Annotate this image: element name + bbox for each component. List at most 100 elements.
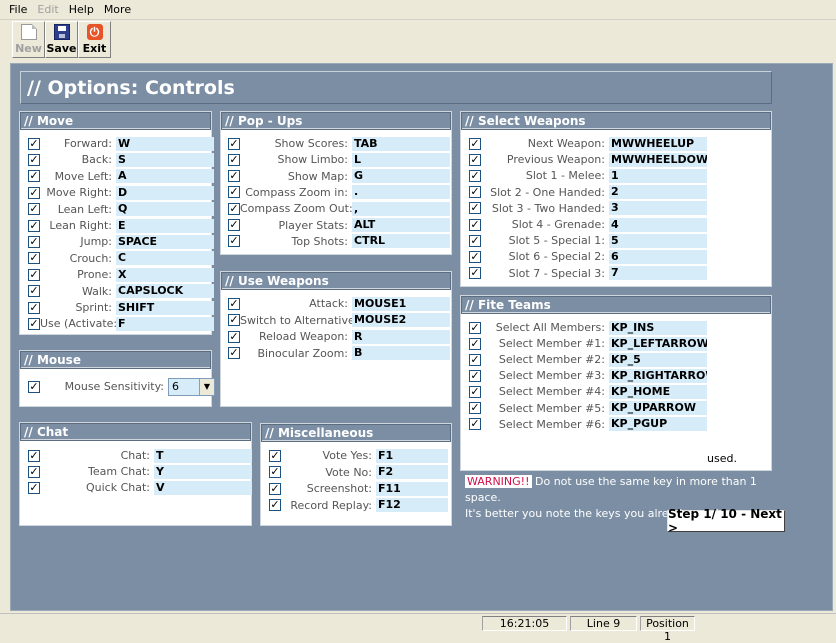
fire-teams-checkbox[interactable]: ✓ [469,402,481,414]
move-checkbox[interactable]: ✓ [28,301,40,314]
misc-key-field[interactable]: F12 [376,498,448,512]
select-weapons-checkbox[interactable]: ✓ [469,218,481,231]
menu-more[interactable]: More [99,3,136,16]
move-key-field[interactable]: SPACE [116,234,214,249]
move-key-field[interactable]: W [116,136,214,151]
popups-checkbox[interactable]: ✓ [228,153,240,166]
popups-key-field[interactable]: TAB [352,136,450,151]
fire-teams-key-field[interactable]: KP_UPARROW [609,401,707,415]
popups-checkbox[interactable]: ✓ [228,137,240,150]
use-weapons-key-field[interactable]: MOUSE1 [352,296,450,311]
move-checkbox[interactable]: ✓ [28,170,40,183]
fire-teams-key-field[interactable]: KP_LEFTARROW [609,336,707,351]
chat-key-field[interactable]: V [154,480,252,495]
select-weapons-key-field[interactable]: 2 [609,185,707,200]
move-key-field[interactable]: A [116,169,214,184]
move-checkbox[interactable]: ✓ [28,285,40,298]
misc-checkbox[interactable]: ✓ [269,449,281,462]
chat-key-field[interactable]: T [154,448,252,463]
move-checkbox[interactable]: ✓ [28,252,40,265]
move-checkbox[interactable]: ✓ [28,186,40,199]
use-weapons-checkbox[interactable]: ✓ [228,297,240,310]
exit-button[interactable]: ⏻ Exit [78,21,111,58]
select-weapons-checkbox[interactable]: ✓ [469,186,481,199]
move-checkbox[interactable]: ✓ [28,235,40,248]
select-weapons-checkbox[interactable]: ✓ [469,169,481,182]
move-checkbox[interactable]: ✓ [28,137,40,150]
use-weapons-checkbox[interactable]: ✓ [228,330,240,343]
move-checkbox[interactable]: ✓ [28,219,40,232]
menu-edit[interactable]: Edit [32,3,63,16]
popups-key-field[interactable]: L [352,152,450,167]
misc-key-field[interactable]: F2 [376,465,448,479]
fire-teams-key-field[interactable]: KP_PGUP [609,417,707,432]
new-button[interactable]: New [12,21,45,58]
popups-checkbox[interactable]: ✓ [228,219,240,231]
select-weapons-key-field[interactable]: 4 [609,217,707,232]
move-checkbox[interactable]: ✓ [28,203,40,216]
select-weapons-key-field[interactable]: 7 [609,266,707,281]
popups-key-field[interactable]: ALT [352,218,450,232]
select-weapons-key-field[interactable]: 1 [609,168,707,183]
move-key-field[interactable]: Q [116,202,214,217]
use-weapons-key-field[interactable]: R [352,329,450,344]
chat-checkbox[interactable]: ✓ [28,481,40,494]
move-key-field[interactable]: C [116,251,214,266]
fire-teams-key-field[interactable]: KP_INS [609,320,707,335]
move-key-field[interactable]: X [116,267,214,282]
fire-teams-checkbox[interactable]: ✓ [469,337,481,350]
move-key-field[interactable]: F [116,316,214,331]
select-weapons-checkbox[interactable]: ✓ [469,250,481,263]
misc-checkbox[interactable]: ✓ [269,482,281,495]
popups-key-field[interactable]: . [352,185,450,200]
use-weapons-checkbox[interactable]: ✓ [228,347,240,359]
use-weapons-checkbox[interactable]: ✓ [228,314,240,326]
select-weapons-key-field[interactable]: 5 [609,233,707,248]
save-button[interactable]: Save [45,21,78,58]
menu-file[interactable]: File [4,3,32,16]
move-key-field[interactable]: SHIFT [116,300,214,315]
use-weapons-key-field[interactable]: MOUSE2 [352,313,450,327]
select-weapons-checkbox[interactable]: ✓ [469,267,481,280]
fire-teams-checkbox[interactable]: ✓ [469,321,481,334]
mouse-sensitivity-select[interactable]: 6 ▼ [168,377,215,396]
move-key-field[interactable]: E [116,218,214,233]
popups-checkbox[interactable]: ✓ [228,186,240,199]
move-checkbox[interactable]: ✓ [28,268,40,281]
popups-checkbox[interactable]: ✓ [228,235,240,248]
next-step-button[interactable]: Step 1/ 10 - Next > [667,507,785,535]
select-weapons-key-field[interactable]: 3 [609,201,707,216]
move-checkbox[interactable]: ✓ [28,317,40,330]
popups-key-field[interactable]: CTRL [352,234,450,249]
select-weapons-checkbox[interactable]: ✓ [469,202,481,215]
use-weapons-key-field[interactable]: B [352,346,450,360]
popups-key-field[interactable]: G [352,169,450,184]
popups-checkbox[interactable]: ✓ [228,170,240,183]
fire-teams-key-field[interactable]: KP_RIGHTARROW [609,368,707,383]
misc-key-field[interactable]: F11 [376,481,448,496]
chat-key-field[interactable]: Y [154,464,252,479]
select-weapons-key-field[interactable]: MWWHEELUP [609,136,707,151]
fire-teams-key-field[interactable]: KP_5 [609,352,707,367]
move-key-field[interactable]: D [116,185,214,200]
move-key-field[interactable]: CAPSLOCK [116,284,214,299]
chat-checkbox[interactable]: ✓ [28,449,40,462]
select-weapons-checkbox[interactable]: ✓ [469,137,481,150]
misc-key-field[interactable]: F1 [376,448,448,463]
select-weapons-key-field[interactable]: MWWHEELDOWN [609,152,707,167]
fire-teams-checkbox[interactable]: ✓ [469,353,481,366]
chat-checkbox[interactable]: ✓ [28,465,40,478]
fire-teams-checkbox[interactable]: ✓ [469,418,481,431]
misc-checkbox[interactable]: ✓ [269,499,281,511]
misc-checkbox[interactable]: ✓ [269,466,281,478]
fire-teams-checkbox[interactable]: ✓ [469,369,481,382]
popups-key-field[interactable]: , [352,201,450,216]
select-weapons-key-field[interactable]: 6 [609,249,707,264]
fire-teams-key-field[interactable]: KP_HOME [609,384,707,399]
menu-help[interactable]: Help [64,3,99,16]
chevron-down-icon[interactable]: ▼ [199,378,214,395]
select-weapons-checkbox[interactable]: ✓ [469,153,481,166]
move-checkbox[interactable]: ✓ [28,153,40,166]
select-weapons-checkbox[interactable]: ✓ [469,234,481,247]
popups-checkbox[interactable]: ✓ [228,202,240,215]
